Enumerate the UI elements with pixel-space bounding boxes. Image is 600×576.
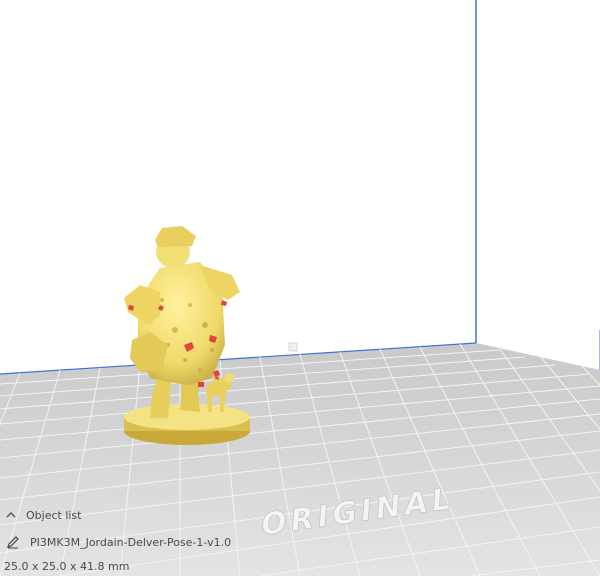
object-list-toggle[interactable]: Object list [4,506,81,524]
object-list-label: Object list [26,508,82,522]
3d-viewport[interactable]: ORIGINAL [0,0,600,576]
selected-object-row[interactable]: PI3MK3M_Jordain-Delver-Pose-1-v1.0 [6,533,231,551]
object-name: PI3MK3M_Jordain-Delver-Pose-1-v1.0 [30,535,232,549]
chevron-up-icon [6,512,16,518]
object-dimensions: 25.0 x 25.0 x 41.8 mm [4,560,130,573]
pencil-icon[interactable] [6,535,20,549]
